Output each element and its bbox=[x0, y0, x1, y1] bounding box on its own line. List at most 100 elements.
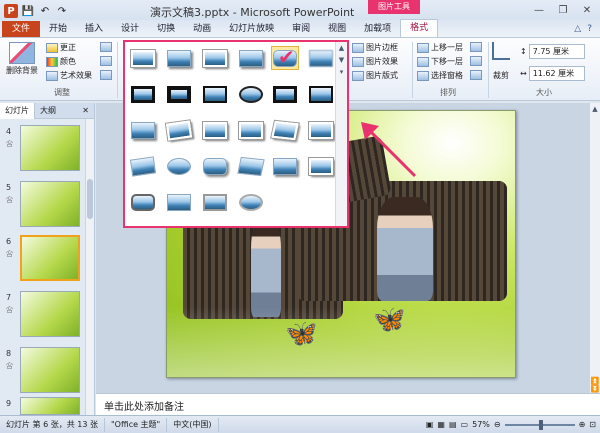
tab-slideshow[interactable]: 幻灯片放映 bbox=[220, 21, 283, 37]
style-bevel-perspective[interactable] bbox=[129, 154, 157, 178]
pane-scroll-thumb[interactable] bbox=[87, 179, 93, 219]
slide-thumbnail-4[interactable] bbox=[20, 125, 80, 171]
redo-icon[interactable]: ↷ bbox=[55, 4, 69, 18]
undo-icon[interactable]: ↶ bbox=[38, 4, 52, 18]
picture-border-button[interactable]: 图片边框 bbox=[352, 42, 398, 53]
close-icon[interactable]: ✕ bbox=[576, 2, 598, 18]
tab-home[interactable]: 开始 bbox=[40, 21, 76, 37]
style-simple-frame-black[interactable] bbox=[201, 82, 229, 106]
zoom-out-icon[interactable]: ⊖ bbox=[494, 420, 501, 429]
tab-addins[interactable]: 加载项 bbox=[355, 21, 400, 37]
style-double-frame-black[interactable] bbox=[129, 82, 157, 106]
color-button[interactable]: 颜色 bbox=[46, 56, 76, 67]
remove-background-button[interactable]: 删除背景 bbox=[6, 42, 38, 76]
compress-pictures-icon[interactable] bbox=[100, 42, 112, 52]
next-slide-icon[interactable]: ⏬ bbox=[591, 385, 600, 393]
style-bevel-rectangle[interactable] bbox=[307, 118, 335, 142]
editor-scrollbar[interactable]: ▲ ⏫ ⏬ bbox=[589, 103, 600, 393]
tab-review[interactable]: 审阅 bbox=[283, 21, 319, 37]
ribbon-collapse-icon[interactable]: △ bbox=[574, 24, 581, 34]
style-soft-edge-rectangle[interactable] bbox=[307, 46, 335, 70]
crop-button[interactable]: 裁剪 bbox=[492, 42, 510, 81]
style-thick-matte-black[interactable] bbox=[165, 82, 193, 106]
change-picture-icon[interactable] bbox=[100, 56, 112, 66]
corrections-button[interactable]: 更正 bbox=[46, 42, 76, 53]
height-field[interactable]: ↕ 7.75 厘米 bbox=[520, 44, 585, 59]
style-bevel-perspective-left[interactable] bbox=[237, 154, 265, 178]
tab-view[interactable]: 视图 bbox=[319, 21, 355, 37]
tab-insert[interactable]: 插入 bbox=[76, 21, 112, 37]
close-pane-icon[interactable]: ✕ bbox=[77, 106, 94, 115]
style-reflected-bevel-black[interactable] bbox=[165, 190, 193, 214]
style-beveled-matte-black[interactable] bbox=[201, 190, 229, 214]
gallery-scrollbar[interactable]: ▲ ▼ ▾ bbox=[335, 42, 347, 226]
minimize-icon[interactable]: — bbox=[528, 2, 550, 18]
artistic-effects-button[interactable]: 艺术效果 bbox=[46, 70, 92, 81]
zoom-slider[interactable] bbox=[504, 419, 575, 430]
send-backward-button[interactable]: 下移一层 bbox=[417, 56, 463, 67]
gallery-more-icon[interactable]: ▾ bbox=[340, 66, 344, 78]
slide-thumbnail-7[interactable] bbox=[20, 291, 80, 337]
style-relaxed-perspective-white[interactable] bbox=[165, 118, 193, 142]
prev-slide-icon[interactable]: ⏫ bbox=[591, 377, 600, 385]
tab-file[interactable]: 文件 bbox=[2, 21, 41, 37]
zoom-level[interactable]: 57% bbox=[472, 420, 490, 429]
style-perspective-shadow-white[interactable] bbox=[237, 118, 265, 142]
style-metal-rounded-rectangle[interactable] bbox=[129, 190, 157, 214]
tab-slides[interactable]: 幻灯片 bbox=[0, 102, 35, 119]
scroll-down-icon[interactable]: ▼ bbox=[339, 54, 344, 66]
picture-border-icon bbox=[352, 42, 364, 53]
title-bar: P 💾 ↶ ↷ 演示文稿3.pptx - Microsoft PowerPoin… bbox=[0, 0, 600, 22]
sorter-view-icon[interactable]: ▦ bbox=[437, 420, 445, 429]
selection-pane-button[interactable]: 选择窗格 bbox=[417, 70, 463, 81]
style-metal-oval[interactable] bbox=[165, 154, 193, 178]
pane-scrollbar[interactable] bbox=[85, 119, 94, 415]
style-metal-frame[interactable] bbox=[201, 46, 229, 70]
group-icon[interactable] bbox=[470, 56, 482, 66]
maximize-icon[interactable]: ❐ bbox=[552, 2, 574, 18]
width-field[interactable]: ↔ 11.62 厘米 bbox=[520, 66, 585, 81]
reading-view-icon[interactable]: ▤ bbox=[449, 420, 457, 429]
style-rotated-frame[interactable] bbox=[271, 118, 299, 142]
tab-format[interactable]: 格式 bbox=[400, 19, 439, 37]
zoom-slider-handle[interactable] bbox=[538, 419, 543, 430]
style-reflected-rounded-rectangle[interactable]: ✔ bbox=[271, 45, 299, 70]
scroll-up-icon[interactable]: ▲ bbox=[339, 42, 344, 54]
reset-picture-icon[interactable] bbox=[100, 70, 112, 80]
style-reflected-perspective-right[interactable] bbox=[271, 154, 299, 178]
scroll-up-icon[interactable]: ▲ bbox=[592, 105, 597, 113]
align-icon[interactable] bbox=[470, 42, 482, 52]
style-soft-edge-oval[interactable] bbox=[129, 118, 157, 142]
picture-layout-button[interactable]: 图片版式 bbox=[352, 70, 398, 81]
slide-thumbnail-5[interactable] bbox=[20, 181, 80, 227]
zoom-in-icon[interactable]: ⊕ bbox=[579, 420, 586, 429]
slide-thumbnail-8[interactable] bbox=[20, 347, 80, 393]
notes-pane[interactable]: 单击此处添加备注 bbox=[96, 393, 600, 415]
slide-thumbnail-6[interactable] bbox=[20, 235, 80, 281]
slide-thumbnail-9[interactable] bbox=[20, 397, 80, 415]
style-simple-frame-white[interactable] bbox=[129, 46, 157, 70]
style-beveled-matte-white[interactable] bbox=[165, 46, 193, 70]
style-metal-oval-small[interactable] bbox=[237, 190, 265, 214]
fit-to-window-icon[interactable]: ⊡ bbox=[589, 420, 596, 429]
slideshow-view-icon[interactable]: ▭ bbox=[461, 420, 469, 429]
tab-design[interactable]: 设计 bbox=[112, 21, 148, 37]
tab-transitions[interactable]: 切换 bbox=[148, 21, 184, 37]
app-icon[interactable]: P bbox=[4, 4, 18, 18]
help-icon[interactable]: ? bbox=[587, 24, 592, 34]
save-icon[interactable]: 💾 bbox=[21, 4, 35, 18]
picture-effects-button[interactable]: 图片效果 bbox=[352, 56, 398, 67]
tab-animations[interactable]: 动画 bbox=[184, 21, 220, 37]
tab-outline[interactable]: 大纲 bbox=[35, 105, 61, 116]
style-reflected-bevel-white[interactable] bbox=[307, 154, 335, 178]
normal-view-icon[interactable]: ▣ bbox=[426, 420, 434, 429]
style-drop-shadow-rectangle[interactable] bbox=[237, 46, 265, 70]
bring-forward-button[interactable]: 上移一层 bbox=[417, 42, 463, 53]
rotate-icon[interactable] bbox=[470, 70, 482, 80]
style-thumb bbox=[131, 49, 155, 67]
style-center-shadow-rectangle[interactable] bbox=[307, 82, 335, 106]
style-compound-frame-black[interactable] bbox=[271, 82, 299, 106]
style-moderate-frame-black[interactable] bbox=[201, 154, 229, 178]
style-beveled-oval-black[interactable] bbox=[237, 82, 265, 106]
style-rotated-white[interactable] bbox=[201, 118, 229, 142]
